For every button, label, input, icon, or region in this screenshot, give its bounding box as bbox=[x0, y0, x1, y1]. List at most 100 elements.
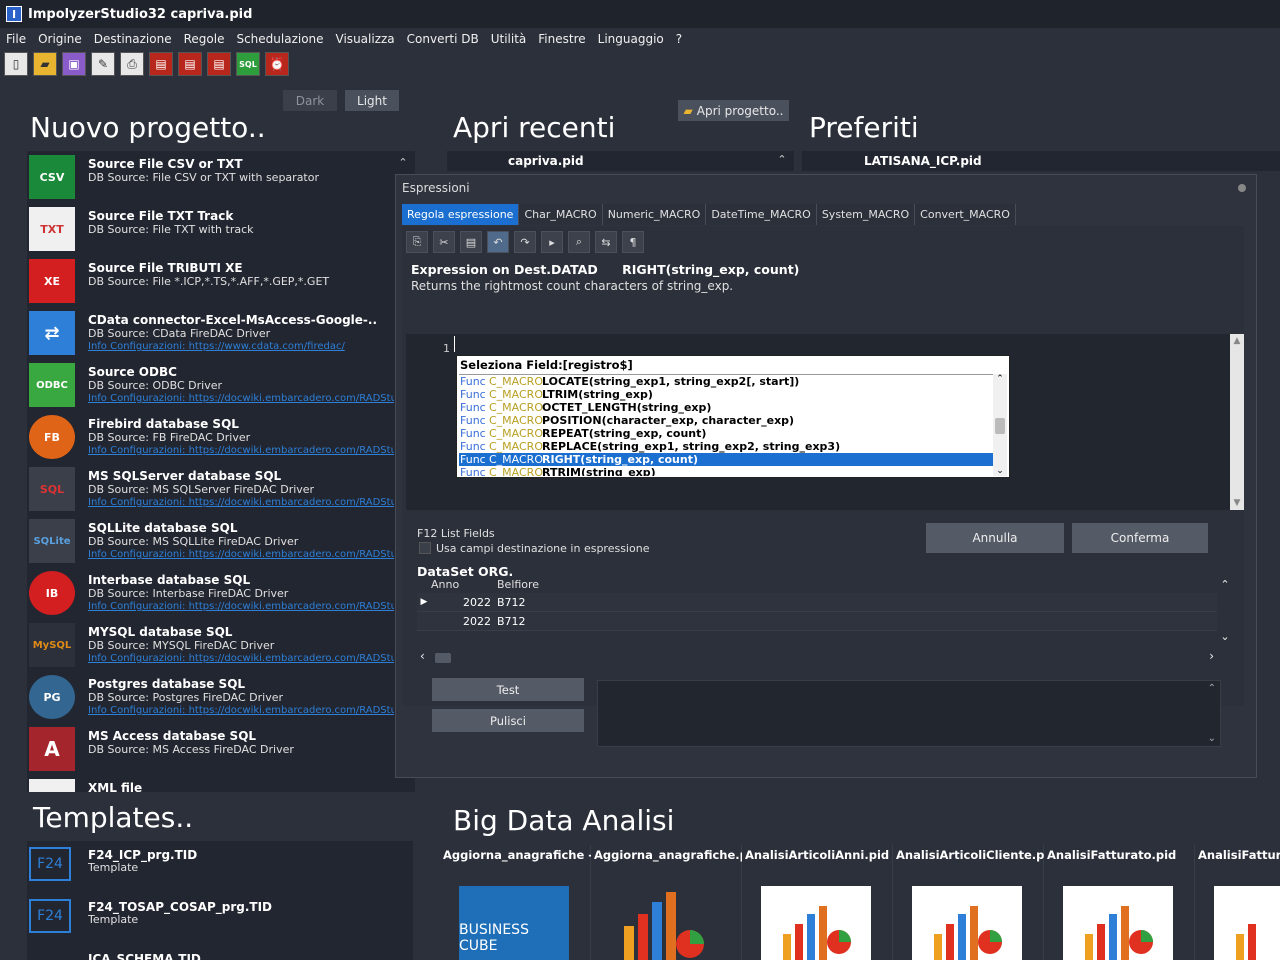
redo-icon[interactable]: ↷ bbox=[514, 231, 536, 253]
chevron-right-icon[interactable]: › bbox=[1209, 649, 1214, 663]
project-item-access[interactable]: A MS Access database SQL DB Source: MS A… bbox=[27, 723, 415, 775]
project-item-csv[interactable]: CSV Source File CSV or TXT DB Source: Fi… bbox=[27, 151, 415, 203]
project-item-txt[interactable]: TXT Source File TXT Track DB Source: Fil… bbox=[27, 203, 415, 255]
recent-item[interactable]: capriva.pid bbox=[508, 154, 584, 168]
list-item[interactable]: Func C_MACRO POSITION(character_exp, chara… bbox=[459, 414, 995, 427]
chevron-down-icon[interactable]: ⌄ bbox=[1218, 630, 1232, 643]
list-item[interactable]: Func C_MACRO OCTET_LENGTH(string_exp) bbox=[459, 401, 995, 414]
copy-icon[interactable]: ⎘ bbox=[406, 231, 428, 253]
project-item-cdata[interactable]: ⇄ CData connector-Excel-MsAccess-Google-… bbox=[27, 307, 415, 359]
menu-file[interactable]: File bbox=[0, 32, 32, 46]
project-item-postgres[interactable]: PG Postgres database SQL DB Source: Post… bbox=[27, 671, 415, 723]
chevron-down-icon[interactable]: ▼ bbox=[1230, 496, 1244, 510]
menu-regole[interactable]: Regole bbox=[178, 32, 231, 46]
project-link[interactable]: Info Configurazioni: https://docwiki.emb… bbox=[88, 601, 394, 612]
project-item-odbc[interactable]: ODBC Source ODBC DB Source: ODBC Driver … bbox=[27, 359, 415, 411]
column-belfiore[interactable]: Belfiore bbox=[497, 578, 697, 593]
chevron-left-icon[interactable]: ‹ bbox=[420, 649, 425, 663]
use-dest-checkbox[interactable] bbox=[419, 542, 431, 554]
cancel-button[interactable]: Annulla bbox=[926, 523, 1064, 553]
open-project-button[interactable]: ▰ Apri progetto.. bbox=[678, 100, 789, 121]
list-item[interactable]: Func C_MACRO LTRIM(string_exp) bbox=[459, 388, 995, 401]
menu-converti-db[interactable]: Converti DB bbox=[401, 32, 485, 46]
menu-origine[interactable]: Origine bbox=[32, 32, 88, 46]
menu-visualizza[interactable]: Visualizza bbox=[330, 32, 401, 46]
project-item-interbase[interactable]: IB Interbase database SQL DB Source: Int… bbox=[27, 567, 415, 619]
chevron-up-icon[interactable]: ▲ bbox=[1230, 334, 1244, 348]
popup-scrollbar[interactable]: ⌃ ⌄ bbox=[993, 374, 1007, 476]
project-link[interactable]: Info Configurazioni: https://docwiki.emb… bbox=[88, 497, 394, 508]
chevron-up-icon[interactable]: ⌃ bbox=[1218, 578, 1232, 591]
project-link[interactable]: Info Configurazioni: https://docwiki.emb… bbox=[88, 653, 394, 664]
column-anno[interactable]: Anno bbox=[431, 578, 497, 593]
tab-convert-macro[interactable]: Convert_MACRO bbox=[915, 204, 1016, 225]
result-output[interactable]: ⌃ ⌄ bbox=[597, 680, 1221, 747]
clear-button[interactable]: Pulisci bbox=[432, 709, 584, 732]
paste-icon[interactable]: ▤ bbox=[460, 231, 482, 253]
list-item[interactable]: Func C_MACRO REPLACE(string_exp1, string_e… bbox=[459, 440, 995, 453]
tab-regola-espressione[interactable]: Regola espressione bbox=[402, 204, 520, 225]
scroll-thumb[interactable] bbox=[435, 653, 451, 663]
bigdata-card[interactable]: AnalisiFatturato.pid bbox=[1044, 845, 1195, 960]
grid-vscrollbar[interactable]: ⌃ ⌄ bbox=[1218, 578, 1232, 648]
project-item-tributi[interactable]: XE Source File TRIBUTI XE DB Source: Fil… bbox=[27, 255, 415, 307]
menu-utilita[interactable]: Utilità bbox=[485, 32, 533, 46]
bigdata-card[interactable]: AnalisiArticoliAnni.pid bbox=[742, 845, 893, 960]
report-icon[interactable]: ▤ bbox=[149, 52, 173, 76]
bigdata-card[interactable]: Aggiorna_anagrafiche.pid bbox=[591, 845, 742, 960]
test-button[interactable]: Test bbox=[432, 678, 584, 701]
tab-system-macro[interactable]: System_MACRO bbox=[816, 204, 916, 225]
cut-icon[interactable]: ✂ bbox=[433, 231, 455, 253]
menu-finestre[interactable]: Finestre bbox=[532, 32, 591, 46]
bigdata-card[interactable]: AnalisiFatturat bbox=[1195, 845, 1280, 960]
chevron-down-icon[interactable]: ⌄ bbox=[993, 466, 1007, 476]
menu-linguaggio[interactable]: Linguaggio bbox=[592, 32, 670, 46]
project-link[interactable]: Info Configurazioni: https://docwiki.emb… bbox=[88, 445, 394, 456]
grid-hscrollbar[interactable]: ‹ › bbox=[417, 649, 1217, 665]
replace-icon[interactable]: ⇆ bbox=[595, 231, 617, 253]
project-link[interactable]: Info Configurazioni: https://docwiki.emb… bbox=[88, 393, 394, 404]
new-file-icon[interactable]: ▯ bbox=[4, 52, 28, 76]
project-link[interactable]: Info Configurazioni: https://www.cdata.c… bbox=[88, 341, 394, 352]
menu-destinazione[interactable]: Destinazione bbox=[88, 32, 178, 46]
report3-icon[interactable]: ▤ bbox=[207, 52, 231, 76]
menu-schedulazione[interactable]: Schedulazione bbox=[230, 32, 329, 46]
favorite-item[interactable]: LATISANA_ICP.pid bbox=[864, 154, 982, 168]
bigdata-card[interactable]: Aggiorna_anagrafiche - Cc BUSINESS CUBE bbox=[440, 845, 591, 960]
select-icon[interactable]: ▸ bbox=[541, 231, 563, 253]
project-item-mysql[interactable]: MySQL MYSQL database SQL DB Source: MYSQ… bbox=[27, 619, 415, 671]
sql-icon[interactable]: SQL bbox=[236, 52, 260, 76]
theme-dark-button[interactable]: Dark bbox=[283, 90, 337, 111]
confirm-button[interactable]: Conferma bbox=[1072, 523, 1208, 553]
chevron-up-icon[interactable]: ⌃ bbox=[993, 374, 1007, 384]
theme-light-button[interactable]: Light bbox=[345, 90, 399, 111]
chevron-down-icon[interactable]: ⌄ bbox=[1208, 733, 1216, 744]
list-item[interactable]: Func C_MACRO LOCATE(string_exp1, string_ex… bbox=[459, 375, 995, 388]
list-item-selected[interactable]: Func C_MACRO RIGHT(string_exp, count) bbox=[459, 453, 995, 466]
project-item-mssql[interactable]: SQL MS SQLServer database SQL DB Source:… bbox=[27, 463, 415, 515]
list-item[interactable]: Func C_MACRO RTRIM(string_exp) bbox=[459, 466, 995, 476]
save-as-icon[interactable]: ✎ bbox=[91, 52, 115, 76]
chevron-up-icon[interactable]: ⌃ bbox=[396, 155, 410, 169]
project-item-xml[interactable]: XML XML file bbox=[27, 775, 415, 792]
project-item-sqlite[interactable]: SQLite SQLLite database SQL DB Source: M… bbox=[27, 515, 415, 567]
bigdata-card[interactable]: AnalisiArticoliCliente.pid bbox=[893, 845, 1044, 960]
list-item[interactable]: Func C_MACRO REPEAT(string_exp, count) bbox=[459, 427, 995, 440]
alarm-icon[interactable]: ⏰ bbox=[265, 52, 289, 76]
template-item[interactable]: F24 F24_ICP_prg.TID Template bbox=[27, 841, 413, 893]
scroll-thumb[interactable] bbox=[995, 418, 1005, 434]
dialog-close-icon[interactable] bbox=[1238, 184, 1246, 192]
save-icon[interactable]: ▣ bbox=[62, 52, 86, 76]
project-link[interactable]: Info Configurazioni: https://docwiki.emb… bbox=[88, 549, 394, 560]
table-row[interactable]: ▶ 2022 B712 bbox=[417, 593, 1217, 612]
tab-char-macro[interactable]: Char_MACRO bbox=[519, 204, 603, 225]
table-row[interactable]: 2022 B712 bbox=[417, 612, 1217, 631]
chevron-up-icon[interactable]: ⌃ bbox=[775, 152, 789, 166]
tab-datetime-macro[interactable]: DateTime_MACRO bbox=[706, 204, 817, 225]
project-item-firebird[interactable]: FB Firebird database SQL DB Source: FB F… bbox=[27, 411, 415, 463]
report2-icon[interactable]: ▤ bbox=[178, 52, 202, 76]
chevron-up-icon[interactable]: ⌃ bbox=[1208, 683, 1216, 694]
find-icon[interactable]: ⌕ bbox=[568, 231, 590, 253]
print-icon[interactable]: ⎙ bbox=[120, 52, 144, 76]
undo-icon[interactable]: ↶ bbox=[487, 231, 509, 253]
